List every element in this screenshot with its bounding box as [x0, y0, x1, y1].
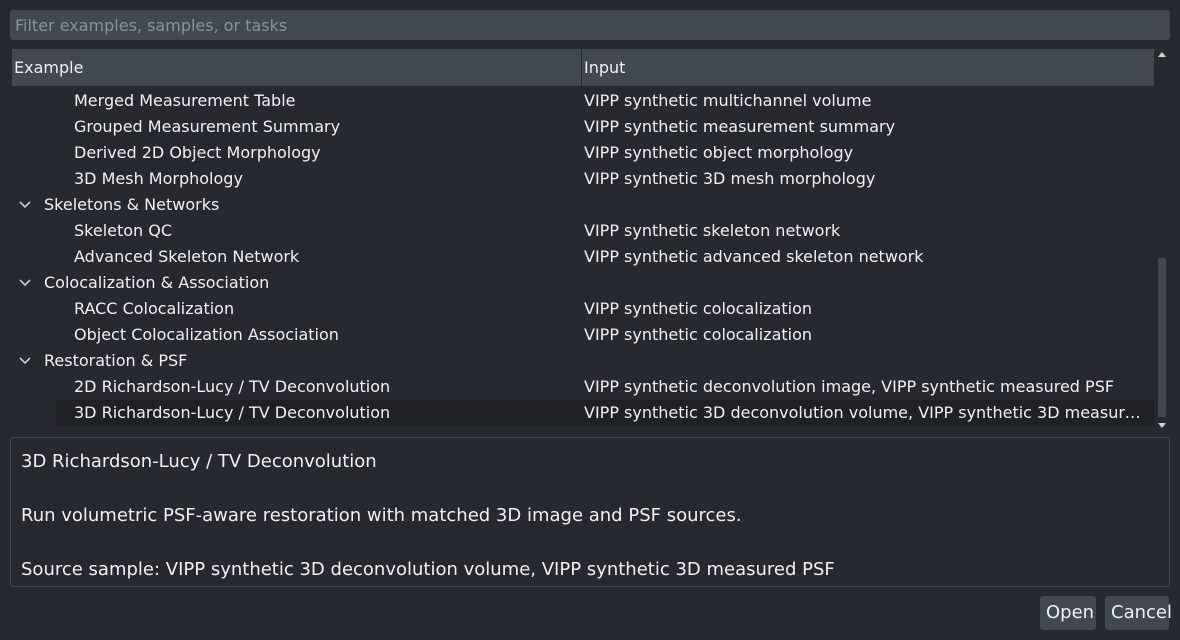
scroll-up-arrow-icon[interactable]	[1156, 49, 1168, 61]
column-header-example[interactable]: Example	[12, 49, 582, 86]
cancel-button[interactable]: Cancel	[1105, 596, 1172, 630]
tree-rows: Merged Measurement Table VIPP synthetic m…	[12, 88, 1154, 426]
tree-item-row[interactable]: RACC Colocalization VIPP synthetic coloca…	[12, 296, 1154, 322]
example-name: 2D Richardson-Lucy / TV Deconvolution	[74, 377, 391, 396]
chevron-down-icon[interactable]	[19, 201, 31, 209]
tree-item-row[interactable]: Merged Measurement Table VIPP synthetic m…	[12, 88, 1154, 114]
examples-tree[interactable]: Example Input Merged Measurement Table VI…	[12, 49, 1154, 427]
open-button[interactable]: Open	[1040, 596, 1096, 630]
tree-group-row[interactable]: Colocalization & Association	[12, 270, 1154, 296]
tree-item-row[interactable]: 3D Richardson-Lucy / TV Deconvolution VIP…	[12, 400, 1154, 426]
description-panel: 3D Richardson-Lucy / TV Deconvolution Ru…	[10, 437, 1170, 587]
vertical-scrollbar[interactable]	[1156, 49, 1168, 431]
group-label: Restoration & PSF	[44, 351, 188, 370]
example-input: VIPP synthetic measurement summary	[584, 117, 896, 136]
tree-item-row[interactable]: 3D Mesh Morphology VIPP synthetic 3D mesh…	[12, 166, 1154, 192]
example-name: Derived 2D Object Morphology	[74, 143, 321, 162]
example-input: VIPP synthetic skeleton network	[584, 221, 841, 240]
example-name: 3D Richardson-Lucy / TV Deconvolution	[74, 403, 391, 422]
tree-group-row[interactable]: Restoration & PSF	[12, 348, 1154, 374]
example-name: Grouped Measurement Summary	[74, 117, 341, 136]
example-name: Advanced Skeleton Network	[74, 247, 300, 266]
chevron-down-icon[interactable]	[19, 279, 31, 287]
example-input: VIPP synthetic advanced skeleton network	[584, 247, 924, 266]
description-source: Source sample: VIPP synthetic 3D deconvo…	[21, 559, 835, 580]
group-label: Colocalization & Association	[44, 273, 270, 292]
example-input: VIPP synthetic multichannel volume	[584, 91, 872, 110]
example-name: Merged Measurement Table	[74, 91, 296, 110]
tree-item-row[interactable]: Skeleton QC VIPP synthetic skeleton netwo…	[12, 218, 1154, 244]
example-input: VIPP synthetic deconvolution image, VIPP…	[584, 377, 1115, 396]
tree-item-row[interactable]: Derived 2D Object Morphology VIPP synthet…	[12, 140, 1154, 166]
tree-header: Example Input	[12, 49, 1154, 87]
chevron-down-icon[interactable]	[19, 357, 31, 365]
tree-item-row[interactable]: 2D Richardson-Lucy / TV Deconvolution VIP…	[12, 374, 1154, 400]
group-label: Skeletons & Networks	[44, 195, 220, 214]
tree-group-row[interactable]: Skeletons & Networks	[12, 192, 1154, 218]
filter-input[interactable]	[10, 10, 1170, 40]
scrollbar-thumb[interactable]	[1158, 258, 1166, 417]
example-name: RACC Colocalization	[74, 299, 235, 318]
example-input: VIPP synthetic 3D mesh morphology	[584, 169, 876, 188]
example-input: VIPP synthetic 3D deconvolution volume, …	[584, 403, 1150, 422]
example-name: Object Colocalization Association	[74, 325, 339, 344]
example-name: 3D Mesh Morphology	[74, 169, 243, 188]
example-input: VIPP synthetic object morphology	[584, 143, 854, 162]
tree-item-row[interactable]: Grouped Measurement Summary VIPP syntheti…	[12, 114, 1154, 140]
example-input: VIPP synthetic colocalization	[584, 299, 813, 318]
description-title: 3D Richardson-Lucy / TV Deconvolution	[21, 451, 377, 472]
column-header-input[interactable]: Input	[582, 49, 1154, 86]
example-name: Skeleton QC	[74, 221, 173, 240]
scroll-down-arrow-icon[interactable]	[1156, 419, 1168, 431]
example-input: VIPP synthetic colocalization	[584, 325, 813, 344]
tree-item-row[interactable]: Advanced Skeleton Network VIPP synthetic …	[12, 244, 1154, 270]
tree-item-row[interactable]: Object Colocalization Association VIPP sy…	[12, 322, 1154, 348]
scrollbar-track[interactable]	[1158, 63, 1166, 417]
description-summary: Run volumetric PSF-aware restoration wit…	[21, 505, 742, 526]
